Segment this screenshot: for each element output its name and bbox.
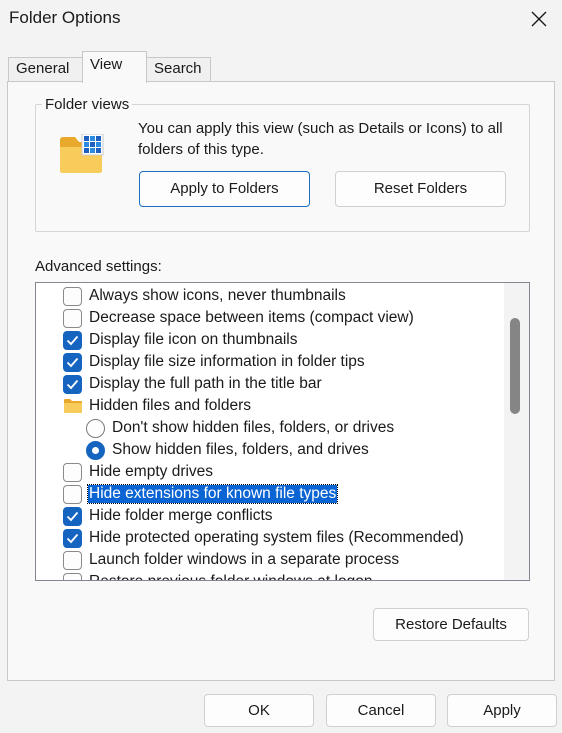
setting-label: Restore previous folder windows at logon xyxy=(89,573,372,580)
checkbox[interactable] xyxy=(63,573,82,580)
setting-display-file-icon[interactable]: Display file icon on thumbnails xyxy=(36,329,506,351)
setting-hide-merge-conflicts[interactable]: Hide folder merge conflicts xyxy=(36,505,506,527)
tab-general[interactable]: General xyxy=(8,57,83,81)
reset-folders-label: Reset Folders xyxy=(373,180,468,197)
setting-label: Launch folder windows in a separate proc… xyxy=(89,551,400,568)
ok-button[interactable]: OK xyxy=(204,694,314,727)
setting-label: Hide empty drives xyxy=(89,463,214,480)
cancel-button[interactable]: Cancel xyxy=(326,694,436,727)
checkbox[interactable] xyxy=(63,551,82,570)
setting-show-hidden[interactable]: Show hidden files, folders, and drives xyxy=(36,439,506,461)
checkbox-checked[interactable] xyxy=(63,529,82,548)
setting-label: Hide protected operating system files (R… xyxy=(89,529,464,546)
checkbox-checked[interactable] xyxy=(63,353,82,372)
checkmark-icon xyxy=(66,533,79,544)
window-title: Folder Options xyxy=(9,8,121,27)
checkbox[interactable] xyxy=(63,485,82,504)
ok-label: OK xyxy=(248,702,270,719)
setting-display-full-path[interactable]: Display the full path in the title bar xyxy=(36,373,506,395)
checkmark-icon xyxy=(66,357,79,368)
advanced-settings-label: Advanced settings: xyxy=(35,258,162,275)
checkbox-checked[interactable] xyxy=(63,375,82,394)
setting-decrease-space[interactable]: Decrease space between items (compact vi… xyxy=(36,307,506,329)
checkbox[interactable] xyxy=(63,309,82,328)
setting-label: Show hidden files, folders, and drives xyxy=(112,441,369,458)
setting-label: Always show icons, never thumbnails xyxy=(89,287,346,304)
cancel-label: Cancel xyxy=(357,702,405,719)
setting-launch-separate-process[interactable]: Launch folder windows in a separate proc… xyxy=(36,549,506,571)
checkbox[interactable] xyxy=(63,463,82,482)
close-button[interactable] xyxy=(516,0,562,38)
folder-views-legend: Folder views xyxy=(42,96,133,113)
setting-hide-empty-drives[interactable]: Hide empty drives xyxy=(36,461,506,483)
checkbox[interactable] xyxy=(63,287,82,306)
setting-label: Hidden files and folders xyxy=(89,397,251,414)
setting-label: Decrease space between items (compact vi… xyxy=(89,309,414,326)
apply-button[interactable]: Apply xyxy=(447,694,557,727)
close-icon xyxy=(531,11,547,27)
checkmark-icon xyxy=(66,379,79,390)
vertical-scrollbar[interactable] xyxy=(504,283,529,580)
advanced-settings-list[interactable]: Always show icons, never thumbnails Decr… xyxy=(35,282,530,581)
checkmark-icon xyxy=(66,335,79,346)
setting-label: Display file size information in folder … xyxy=(89,353,365,370)
setting-label: Hide folder merge conflicts xyxy=(89,507,273,524)
restore-defaults-button[interactable]: Restore Defaults xyxy=(373,608,529,641)
title-bar: Folder Options xyxy=(0,0,562,38)
reset-folders-button[interactable]: Reset Folders xyxy=(335,171,506,207)
setting-hide-extensions[interactable]: Hide extensions for known file types xyxy=(36,483,506,505)
tab-view[interactable]: View xyxy=(82,51,147,83)
checkbox-checked[interactable] xyxy=(63,507,82,526)
setting-label: Display the full path in the title bar xyxy=(89,375,322,392)
setting-group-hidden-files: Hidden files and folders xyxy=(36,395,506,417)
setting-display-file-size[interactable]: Display file size information in folder … xyxy=(36,351,506,373)
radio-button[interactable] xyxy=(86,419,105,438)
apply-to-folders-label: Apply to Folders xyxy=(170,180,279,197)
checkbox-checked[interactable] xyxy=(63,331,82,350)
folder-icon xyxy=(64,399,82,413)
apply-label: Apply xyxy=(483,702,521,719)
tab-search[interactable]: Search xyxy=(146,57,211,81)
setting-label: Don't show hidden files, folders, or dri… xyxy=(112,419,395,436)
setting-hide-protected-os-files[interactable]: Hide protected operating system files (R… xyxy=(36,527,506,549)
checkmark-icon xyxy=(66,511,79,522)
restore-defaults-label: Restore Defaults xyxy=(395,616,507,633)
radio-button-selected[interactable] xyxy=(86,441,105,460)
folder-views-description: You can apply this view (such as Details… xyxy=(138,120,503,158)
apply-to-folders-button[interactable]: Apply to Folders xyxy=(139,171,310,207)
scrollbar-thumb[interactable] xyxy=(510,318,520,414)
setting-dont-show-hidden[interactable]: Don't show hidden files, folders, or dri… xyxy=(36,417,506,439)
setting-restore-previous-windows[interactable]: Restore previous folder windows at logon xyxy=(36,571,506,580)
setting-label-selected: Hide extensions for known file types xyxy=(86,484,339,504)
setting-label: Display file icon on thumbnails xyxy=(89,331,298,348)
setting-always-show-icons[interactable]: Always show icons, never thumbnails xyxy=(36,285,506,307)
folder-grid-icon xyxy=(60,134,104,173)
